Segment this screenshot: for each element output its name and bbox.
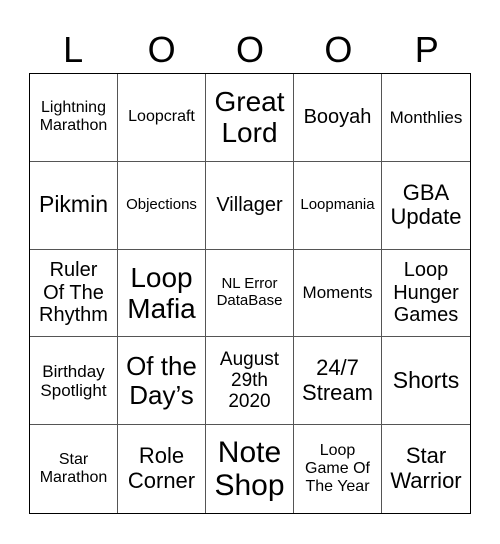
cell-text: GBA Update	[390, 179, 462, 230]
header-letter: L	[63, 29, 84, 70]
cell-text: Booyah	[303, 106, 372, 129]
bingo-cell[interactable]: Monthlies	[382, 74, 470, 162]
cell-text: Of the Day’s	[126, 350, 197, 410]
cell-text: Star Marathon	[39, 451, 108, 487]
bingo-cell[interactable]: Role Corner	[118, 425, 206, 513]
bingo-board: Lightning Marathon Loopcraft Great Lord …	[29, 73, 471, 514]
cell-text: Moments	[302, 283, 373, 303]
cell-text: Birthday Spotlight	[40, 361, 107, 400]
bingo-cell[interactable]: GBA Update	[382, 162, 470, 250]
header-letter: P	[414, 29, 439, 70]
bingo-cell[interactable]: Loop Hunger Games	[382, 250, 470, 338]
cell-text: Ruler Of The Rhythm	[39, 259, 108, 327]
bingo-cell[interactable]: Villager	[206, 161, 294, 250]
bingo-cell[interactable]: Pikmin	[30, 161, 118, 250]
cell-text: NL Error DataBase	[216, 275, 283, 309]
bingo-cell[interactable]: Loop Mafia	[118, 249, 206, 338]
bingo-cell[interactable]: Booyah	[294, 74, 382, 162]
header-letter: O	[324, 29, 353, 70]
bingo-cell[interactable]: Objections	[118, 161, 206, 250]
bingo-cell[interactable]: Loopmania	[294, 161, 382, 250]
bingo-cell[interactable]: Great Lord	[206, 74, 294, 162]
bingo-cell[interactable]: Note Shop	[206, 425, 294, 513]
bingo-cell[interactable]: Lightning Marathon	[30, 74, 118, 162]
cell-text: 24/7 Stream	[302, 355, 373, 405]
cell-text: Monthlies	[389, 107, 463, 127]
bingo-cell[interactable]: Ruler Of The Rhythm	[30, 249, 118, 338]
bingo-cell[interactable]: Of the Day’s	[118, 337, 206, 426]
cell-text: Great Lord	[214, 86, 285, 149]
cell-text: August 29th 2020	[219, 348, 280, 413]
bingo-cell[interactable]: Loopcraft	[118, 74, 206, 162]
cell-text: Role Corner	[127, 443, 196, 494]
header-letter: O	[147, 29, 176, 70]
bingo-cell[interactable]: Birthday Spotlight	[30, 337, 118, 426]
bingo-cell[interactable]: Star Warrior	[382, 425, 470, 513]
bingo-cell[interactable]: August 29th 2020	[206, 337, 294, 426]
bingo-cell[interactable]: Shorts	[382, 337, 470, 426]
cell-text: Villager	[216, 194, 283, 216]
cell-text: Loop Game Of The Year	[305, 442, 370, 496]
cell-text: Note Shop	[214, 435, 285, 503]
cell-text: Star Warrior	[390, 443, 462, 494]
cell-text: Lightning Marathon	[39, 99, 108, 135]
cell-text: Loopmania	[300, 195, 375, 213]
cell-text: Loopcraft	[128, 108, 195, 126]
bingo-cell[interactable]: NL Error DataBase	[206, 249, 294, 338]
header-letter: O	[235, 29, 264, 70]
bingo-header: L O O O P	[29, 28, 471, 72]
bingo-cell[interactable]: Moments	[294, 249, 382, 338]
bingo-cell[interactable]: 24/7 Stream	[294, 337, 382, 426]
bingo-cell[interactable]: Star Marathon	[30, 425, 118, 513]
cell-text: Pikmin	[38, 191, 108, 218]
cell-text: Loop Hunger Games	[393, 259, 459, 327]
cell-text: Loop Mafia	[127, 261, 196, 324]
bingo-cell[interactable]: Loop Game Of The Year	[294, 425, 382, 513]
cell-text: Shorts	[392, 366, 460, 393]
cell-text: Objections	[126, 195, 197, 213]
